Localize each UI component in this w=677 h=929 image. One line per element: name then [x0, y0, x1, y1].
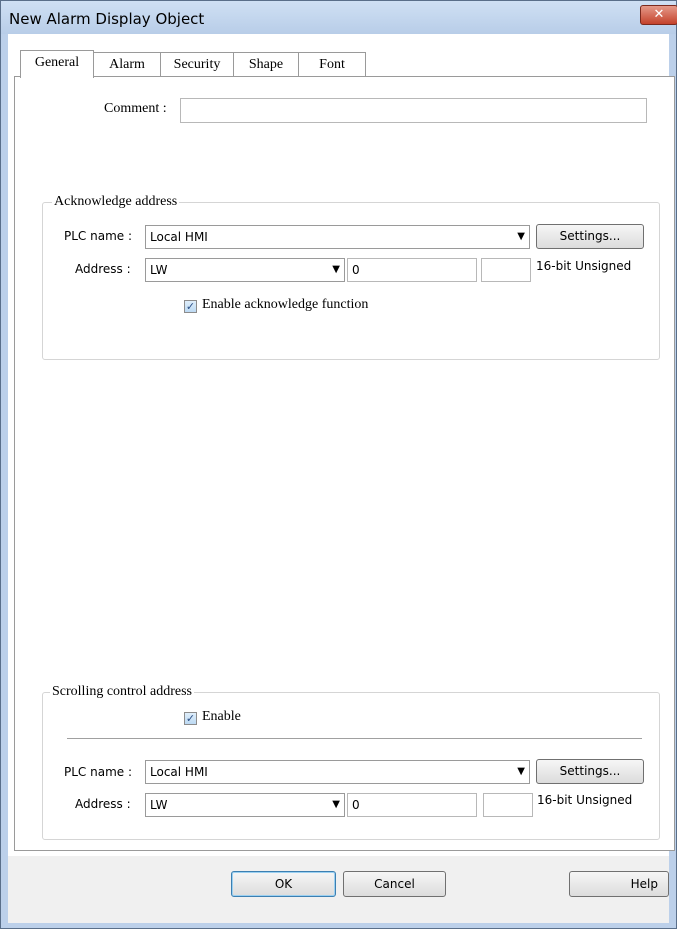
- ok-button[interactable]: OK: [231, 871, 336, 897]
- scroll-enable-label: Enable: [202, 709, 241, 724]
- ack-plc-name-label: PLC name :: [64, 229, 133, 243]
- help-button[interactable]: Help: [569, 871, 669, 897]
- chevron-down-icon: ▼: [332, 264, 340, 275]
- ack-settings-button[interactable]: Settings...: [536, 224, 644, 249]
- tab-shape[interactable]: Shape: [233, 52, 299, 77]
- ack-plc-name-select[interactable]: Local HMI ▼: [145, 225, 530, 249]
- scroll-plc-name-value: Local HMI: [150, 765, 208, 779]
- scroll-address-extra-input[interactable]: [483, 793, 533, 817]
- ack-address-label: Address :: [75, 262, 131, 276]
- comment-input[interactable]: [180, 98, 647, 123]
- scroll-address-type-value: LW: [150, 798, 168, 812]
- chevron-down-icon: ▼: [517, 231, 525, 242]
- close-button[interactable]: ✕: [640, 5, 677, 25]
- ack-plc-name-value: Local HMI: [150, 230, 208, 244]
- tab-label: Alarm: [109, 57, 145, 72]
- scroll-address-type-select[interactable]: LW ▼: [145, 793, 345, 817]
- tab-label: Font: [319, 57, 345, 72]
- ack-address-type-select[interactable]: LW ▼: [145, 258, 345, 282]
- cancel-button[interactable]: Cancel: [343, 871, 446, 897]
- tab-label: General: [34, 55, 80, 70]
- tab-general[interactable]: General: [20, 50, 94, 78]
- ack-address-type-value: LW: [150, 263, 168, 277]
- ack-enable-checkbox[interactable]: ✓: [184, 300, 197, 313]
- chevron-down-icon: ▼: [332, 799, 340, 810]
- scroll-address-label: Address :: [75, 797, 131, 811]
- ack-address-extra-input[interactable]: [481, 258, 531, 282]
- scroll-address-input[interactable]: 0: [347, 793, 477, 817]
- close-icon: ✕: [653, 7, 665, 22]
- tab-label: Security: [173, 57, 221, 72]
- ack-enable-label: Enable acknowledge function: [202, 297, 369, 312]
- ack-data-format-label: 16-bit Unsigned: [536, 259, 632, 273]
- scroll-enable-checkbox[interactable]: ✓: [184, 712, 197, 725]
- check-icon: ✓: [185, 712, 196, 725]
- scroll-settings-button[interactable]: Settings...: [536, 759, 644, 784]
- tab-font[interactable]: Font: [298, 52, 366, 77]
- scrolling-group-title: Scrolling control address: [50, 684, 194, 700]
- tab-security[interactable]: Security: [160, 52, 234, 77]
- chevron-down-icon: ▼: [517, 766, 525, 777]
- title-bar[interactable]: New Alarm Display Object ✕: [1, 1, 677, 34]
- scroll-plc-name-label: PLC name :: [64, 765, 133, 779]
- check-icon: ✓: [185, 300, 196, 313]
- comment-label: Comment :: [104, 101, 167, 116]
- scroll-plc-name-select[interactable]: Local HMI ▼: [145, 760, 530, 784]
- scroll-data-format-label: 16-bit Unsigned: [537, 793, 633, 807]
- tab-label: Shape: [248, 57, 284, 72]
- ack-address-input[interactable]: 0: [347, 258, 477, 282]
- tab-alarm[interactable]: Alarm: [93, 52, 161, 77]
- window-title: New Alarm Display Object: [9, 10, 205, 28]
- acknowledge-group-title: Acknowledge address: [52, 194, 180, 210]
- separator: [67, 738, 642, 739]
